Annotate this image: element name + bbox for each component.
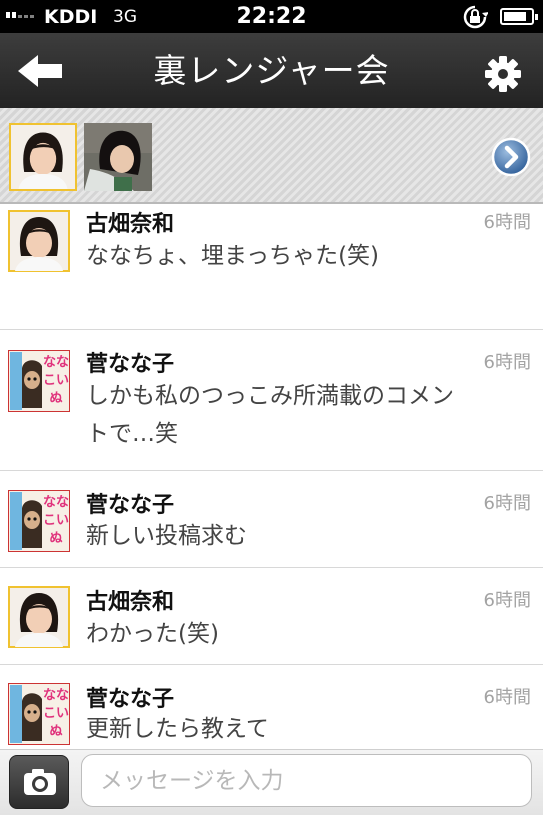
member-strip [0, 108, 543, 204]
status-bar: KDDI 3G 22:22 [0, 0, 543, 33]
sender-name: 菅なな子 [86, 352, 175, 377]
message-row[interactable]: なな こい ぬ 菅なな子 6時間 新しい投稿求む [0, 471, 543, 568]
message-time: 6時間 [483, 212, 531, 233]
back-arrow-icon[interactable] [14, 49, 68, 93]
message-time: 6時間 [483, 352, 531, 373]
gear-icon[interactable] [482, 53, 524, 95]
message-text: わかった(笑) [86, 621, 219, 647]
navigation-bar: 裏レンジャー会 [0, 33, 543, 108]
chevron-right-icon [491, 137, 531, 177]
sender-name: 古畑奈和 [86, 590, 175, 615]
sender-avatar[interactable] [8, 586, 70, 648]
message-time: 6時間 [483, 590, 531, 611]
message-input[interactable] [81, 754, 532, 807]
svg-text:ぬ: ぬ [49, 391, 62, 406]
svg-text:こい: こい [43, 706, 69, 721]
message-row[interactable]: なな こい ぬ 菅なな子 6時間 更新したら教えて [0, 665, 543, 749]
member-avatar[interactable] [84, 123, 152, 191]
svg-text:ぬ: ぬ [49, 724, 62, 739]
message-text: 新しい投稿求む [86, 523, 247, 549]
battery-icon [500, 8, 538, 25]
sender-avatar[interactable] [8, 210, 70, 272]
rotation-lock-icon [463, 5, 488, 29]
message-text: 更新したら教えて [86, 716, 269, 742]
sender-avatar[interactable]: なな こい ぬ [8, 490, 70, 552]
camera-button[interactable] [9, 755, 69, 809]
svg-text:ぬ: ぬ [49, 531, 62, 546]
message-row[interactable]: 古畑奈和 6時間 わかった(笑) [0, 568, 543, 665]
member-avatar[interactable] [9, 123, 77, 191]
svg-text:なな: なな [43, 495, 69, 510]
message-text: しかも私のつっこみ所満載のコメントで…笑 [86, 383, 454, 447]
sender-name: 菅なな子 [86, 687, 175, 712]
svg-text:こい: こい [43, 373, 69, 388]
message-row[interactable]: 古畑奈和 6時間 ななちょ、埋まっちゃた(笑) [0, 205, 543, 330]
message-list[interactable]: 古畑奈和 6時間 ななちょ、埋まっちゃた(笑) なな こい ぬ 菅なな子 6時間… [0, 205, 543, 749]
message-time: 6時間 [483, 687, 531, 708]
message-time: 6時間 [483, 493, 531, 514]
svg-text:なな: なな [43, 355, 69, 370]
message-text: ななちょ、埋まっちゃた(笑) [86, 243, 380, 269]
svg-text:なな: なな [43, 688, 69, 703]
camera-icon [24, 769, 56, 795]
next-page-button[interactable] [491, 137, 531, 177]
page-title: 裏レンジャー会 [153, 51, 390, 90]
message-composer [0, 749, 543, 815]
sender-name: 菅なな子 [86, 493, 175, 518]
sender-name: 古畑奈和 [86, 212, 175, 237]
message-row[interactable]: なな こい ぬ 菅なな子 6時間 しかも私のつっこみ所満載のコメントで…笑 [0, 330, 543, 471]
sender-avatar[interactable]: なな こい ぬ [8, 350, 70, 412]
sender-avatar[interactable]: なな こい ぬ [8, 683, 70, 745]
svg-text:こい: こい [43, 513, 69, 528]
